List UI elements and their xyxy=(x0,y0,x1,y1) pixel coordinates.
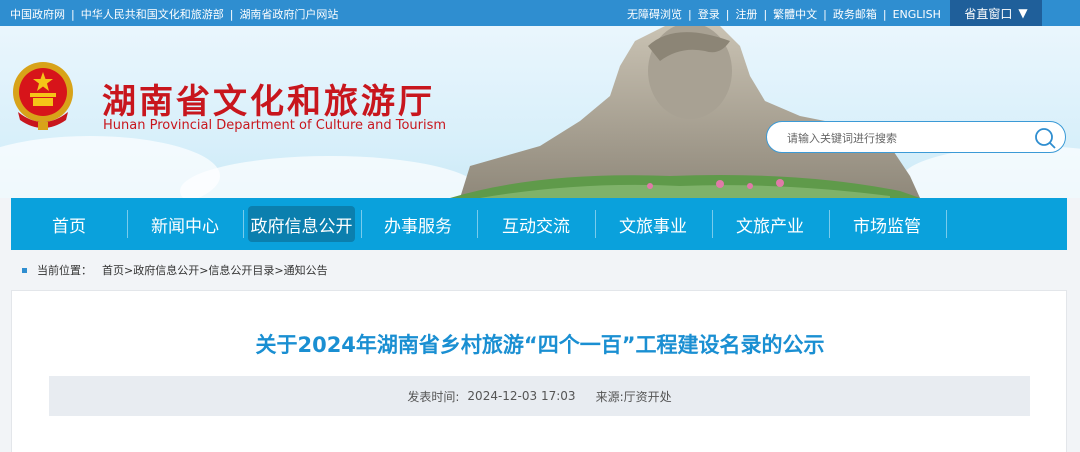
search-icon[interactable] xyxy=(1033,126,1057,150)
link-traditional-chinese[interactable]: 繁體中文 xyxy=(773,8,817,21)
breadcrumb: 当前位置： 首页>政府信息公开>信息公开目录>通知公告 xyxy=(22,262,328,278)
nav-item-home[interactable]: 首页 xyxy=(15,206,123,242)
link-hunan-gov-portal[interactable]: 湖南省政府门户网站 xyxy=(239,8,338,21)
header-banner: 湖南省文化和旅游厅 Hunan Provincial Department of… xyxy=(0,26,1080,198)
article-title: 关于2024年湖南省乡村旅游“四个一百”工程建设名录的公示 xyxy=(255,333,825,357)
link-register[interactable]: 注册 xyxy=(735,8,757,21)
article-panel: 关于2024年湖南省乡村旅游“四个一百”工程建设名录的公示 发表时间: 2024… xyxy=(11,290,1067,452)
nav-divider xyxy=(946,210,947,238)
search-box xyxy=(766,121,1066,153)
search-input[interactable] xyxy=(787,129,1027,147)
nav-divider xyxy=(712,210,713,238)
portal-button-label: 省直窗口 xyxy=(964,6,1013,21)
nav-divider xyxy=(361,210,362,238)
caret-down-icon: ▼ xyxy=(1018,6,1028,20)
national-emblem-icon xyxy=(13,62,73,130)
nav-divider xyxy=(477,210,478,238)
source-value: 厅资开处 xyxy=(623,389,672,404)
nav-item-culture-tourism-industry[interactable]: 文旅产业 xyxy=(715,206,825,242)
nav-item-services[interactable]: 办事服务 xyxy=(363,206,473,242)
nav-divider xyxy=(595,210,596,238)
nav-item-market-supervision[interactable]: 市场监管 xyxy=(832,206,942,242)
statue-landscape-image xyxy=(450,26,920,198)
link-ministry-culture-tourism[interactable]: 中华人民共和国文化和旅游部 xyxy=(81,8,224,21)
link-accessibility[interactable]: 无障碍浏览 xyxy=(627,8,682,21)
main-navigation: 首页 新闻中心 政府信息公开 办事服务 互动交流 文旅事业 文旅产业 市场监管 xyxy=(11,198,1067,250)
bullet-square-icon xyxy=(22,267,27,273)
provincial-portal-button[interactable]: 省直窗口 ▼ xyxy=(950,0,1042,26)
nav-item-gov-info-disclosure[interactable]: 政府信息公开 xyxy=(248,206,355,242)
link-gov-cn[interactable]: 中国政府网 xyxy=(10,8,65,21)
nav-item-interaction[interactable]: 互动交流 xyxy=(481,206,591,242)
nav-divider xyxy=(243,210,244,238)
breadcrumb-label: 当前位置： xyxy=(37,264,92,277)
external-links: 中国政府网 | 中华人民共和国文化和旅游部 | 湖南省政府门户网站 xyxy=(10,8,339,21)
link-english[interactable]: ENGLISH xyxy=(893,8,941,21)
link-gov-email[interactable]: 政务邮箱 xyxy=(833,8,877,21)
breadcrumb-path[interactable]: 首页>政府信息公开>信息公开目录>通知公告 xyxy=(102,262,328,278)
published-label: 发表时间: xyxy=(407,389,460,404)
source-label: 来源: xyxy=(595,389,624,404)
utility-links: 无障碍浏览 | 登录 | 注册 | 繁體中文 | 政务邮箱 | ENGLISH xyxy=(627,8,941,21)
top-utility-bar: 中国政府网 | 中华人民共和国文化和旅游部 | 湖南省政府门户网站 无障碍浏览 | 登录 | 注… xyxy=(0,0,1080,26)
article-meta-bar: 发表时间: 2024-12-03 17:03 来源: 厅资开处 xyxy=(49,376,1030,416)
nav-divider xyxy=(127,210,128,238)
published-value: 2024-12-03 17:03 xyxy=(467,389,576,403)
site-title[interactable]: 湖南省文化和旅游厅 xyxy=(102,74,435,123)
nav-item-news-center[interactable]: 新闻中心 xyxy=(131,206,239,242)
link-login[interactable]: 登录 xyxy=(698,8,720,21)
decorative-cloud xyxy=(900,146,1080,198)
nav-divider xyxy=(829,210,830,238)
site-subtitle: Hunan Provincial Department of Culture a… xyxy=(103,118,447,133)
nav-item-culture-tourism-affairs[interactable]: 文旅事业 xyxy=(598,206,708,242)
